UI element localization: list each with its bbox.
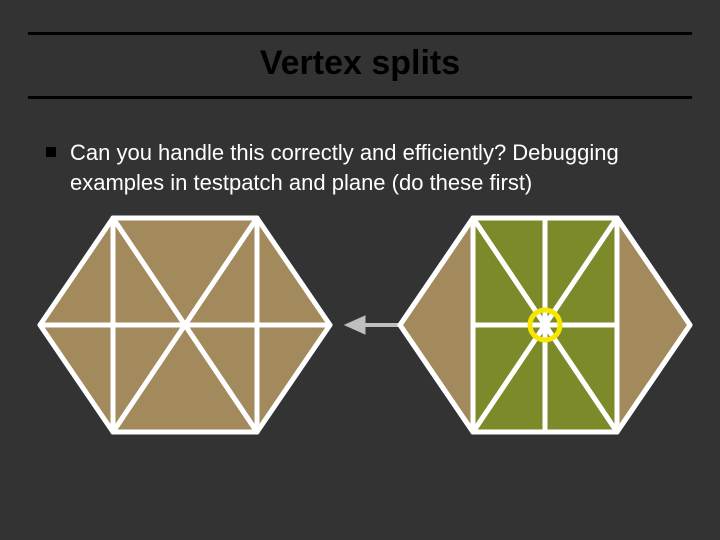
hexagons-svg (0, 215, 720, 475)
bullet-text: Can you handle this correctly and effici… (70, 138, 680, 197)
slide: Vertex splits Can you handle this correc… (0, 0, 720, 540)
figure (0, 215, 720, 475)
title-rule-bottom (28, 96, 692, 99)
slide-title: Vertex splits (0, 44, 720, 83)
bullet-icon (46, 147, 56, 157)
title-rule-top (28, 32, 692, 35)
right-hexagon (400, 218, 690, 432)
bullet-item: Can you handle this correctly and effici… (46, 138, 680, 197)
